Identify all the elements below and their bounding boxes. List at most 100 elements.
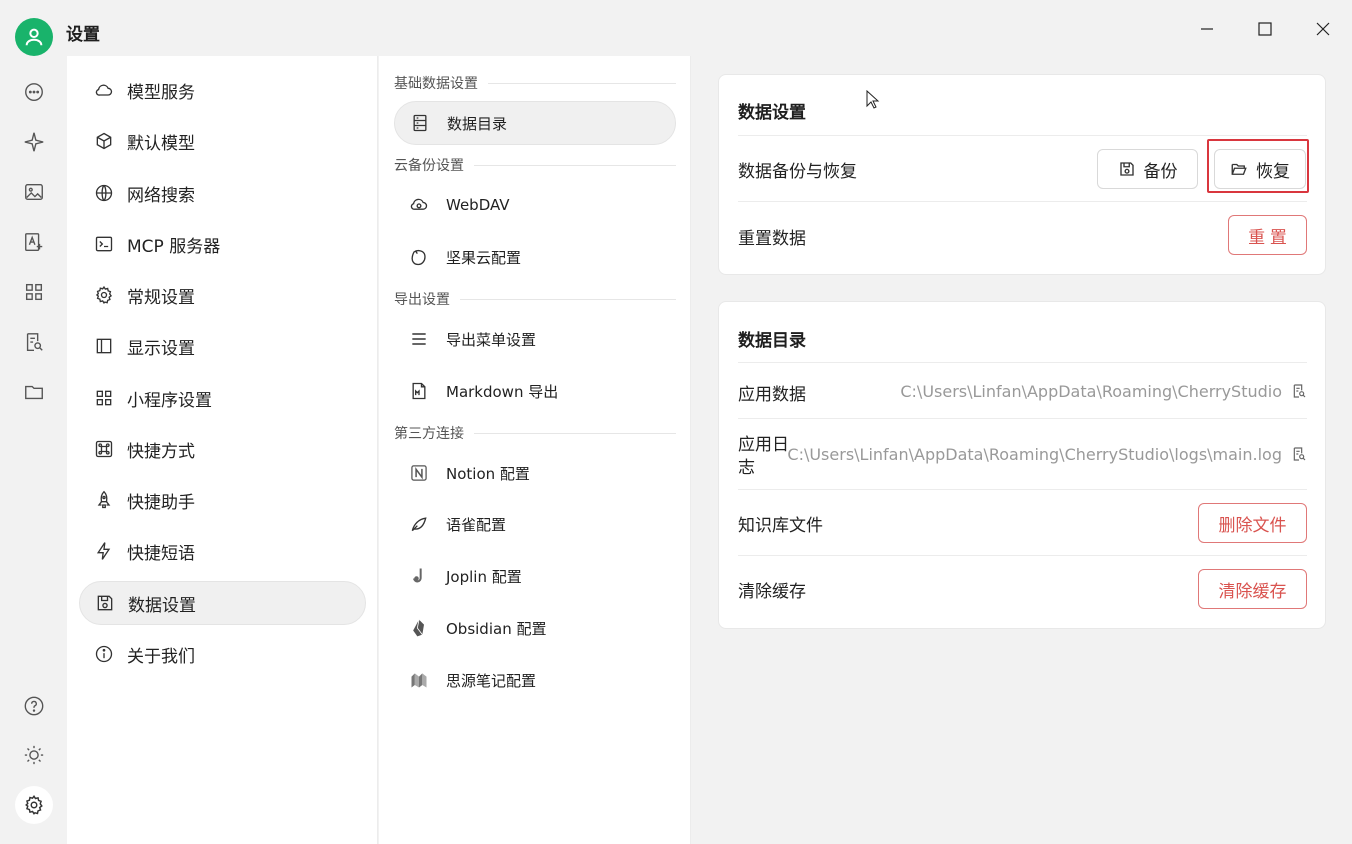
rail-help-button[interactable] bbox=[21, 693, 47, 719]
subnav-item-label: Notion 配置 bbox=[446, 464, 530, 483]
rail-knowledge-button[interactable] bbox=[21, 329, 47, 355]
subnav-item-notion[interactable]: Notion 配置 bbox=[394, 451, 676, 495]
subnav-item-webdav[interactable]: WebDAV bbox=[394, 183, 676, 227]
group-label-cloud: 云备份设置 bbox=[394, 155, 676, 175]
nav-item-about[interactable]: 关于我们 bbox=[79, 632, 366, 676]
avatar[interactable] bbox=[15, 18, 53, 56]
rail-files-button[interactable] bbox=[21, 379, 47, 405]
subnav-item-export-menu[interactable]: 导出菜单设置 bbox=[394, 317, 676, 361]
divider bbox=[738, 362, 1307, 363]
reset-button[interactable]: 重 置 bbox=[1228, 215, 1307, 255]
nav-item-mcp-server[interactable]: MCP 服务器 bbox=[79, 222, 366, 266]
nav-item-label: MCP 服务器 bbox=[127, 236, 221, 257]
document-search-icon bbox=[1293, 447, 1306, 461]
subnav-item-label: Obsidian 配置 bbox=[446, 619, 547, 638]
data-settings-subnav: 基础数据设置 数据目录 云备份设置 WebDAV 坚果云配置 导出设置 导出菜单… bbox=[379, 56, 691, 844]
help-icon bbox=[24, 696, 44, 716]
rail-translate-button[interactable] bbox=[21, 229, 47, 255]
nav-item-display[interactable]: 显示设置 bbox=[79, 324, 366, 368]
maximize-button[interactable] bbox=[1250, 14, 1280, 44]
nav-item-label: 模型服务 bbox=[127, 82, 195, 103]
save-icon bbox=[1119, 162, 1134, 176]
subnav-item-yuque[interactable]: 语雀配置 bbox=[394, 502, 676, 546]
app-data-label: 应用数据 bbox=[738, 385, 806, 405]
image-icon bbox=[25, 183, 43, 201]
gear-icon bbox=[95, 285, 113, 304]
nav-item-quick-phrases[interactable]: 快捷短语 bbox=[79, 529, 366, 573]
markdown-file-icon bbox=[412, 382, 426, 400]
nav-item-mini-apps[interactable]: 小程序设置 bbox=[79, 376, 366, 420]
document-search-icon bbox=[1293, 384, 1306, 398]
chat-bubble-icon bbox=[25, 83, 43, 101]
rocket-icon bbox=[97, 490, 111, 509]
subnav-item-data-directory[interactable]: 数据目录 bbox=[394, 101, 676, 145]
nav-item-label: 小程序设置 bbox=[127, 390, 212, 411]
nav-item-data-settings[interactable]: 数据设置 bbox=[79, 581, 366, 625]
data-settings-card: 数据设置 数据备份与恢复 备份 恢复 重置数据 重 置 bbox=[718, 74, 1326, 275]
data-directory-card: 数据目录 应用数据 C:\Users\Linfan\AppData\Roamin… bbox=[718, 301, 1326, 629]
delete-files-button[interactable]: 删除文件 bbox=[1198, 503, 1307, 543]
app-data-path[interactable]: C:\Users\Linfan\AppData\Roaming\CherrySt… bbox=[900, 382, 1282, 401]
nav-item-shortcuts[interactable]: 快捷方式 bbox=[79, 427, 366, 471]
nav-item-quick-assistant[interactable]: 快捷助手 bbox=[79, 478, 366, 522]
nav-item-web-search[interactable]: 网络搜索 bbox=[79, 171, 366, 215]
rail-paint-button[interactable] bbox=[21, 179, 47, 205]
rail-agents-button[interactable] bbox=[21, 129, 47, 155]
restore-button[interactable]: 恢复 bbox=[1214, 149, 1306, 189]
subnav-item-label: Joplin 配置 bbox=[446, 567, 522, 586]
joplin-icon bbox=[413, 568, 422, 583]
subnav-item-jianguoyun[interactable]: 坚果云配置 bbox=[394, 235, 676, 279]
divider bbox=[738, 135, 1307, 136]
clear-cache-label: 清除缓存 bbox=[738, 582, 806, 602]
subnav-item-label: WebDAV bbox=[446, 196, 510, 214]
document-search-icon bbox=[26, 333, 43, 351]
divider bbox=[738, 201, 1307, 202]
folder-icon bbox=[25, 385, 43, 400]
clear-cache-button[interactable]: 清除缓存 bbox=[1198, 569, 1307, 609]
minimize-button[interactable] bbox=[1192, 14, 1222, 44]
layout-icon bbox=[96, 338, 112, 354]
card-title: 数据设置 bbox=[738, 103, 806, 123]
minimize-icon bbox=[1201, 28, 1213, 30]
folder-open-icon bbox=[1231, 163, 1247, 175]
close-button[interactable] bbox=[1308, 14, 1338, 44]
rail-settings-button[interactable] bbox=[15, 786, 53, 824]
divider bbox=[738, 489, 1307, 490]
rail-apps-button[interactable] bbox=[21, 279, 47, 305]
nav-item-default-model[interactable]: 默认模型 bbox=[79, 119, 366, 163]
subnav-item-siyuan[interactable]: 思源笔记配置 bbox=[394, 658, 676, 702]
nav-item-model-service[interactable]: 模型服务 bbox=[79, 68, 366, 112]
nav-item-label: 关于我们 bbox=[127, 646, 195, 667]
cloud-icon bbox=[95, 84, 113, 96]
open-folder-button[interactable] bbox=[1290, 382, 1308, 400]
notion-icon bbox=[411, 465, 427, 481]
menu-icon bbox=[412, 333, 426, 345]
terminal-icon bbox=[95, 236, 113, 252]
obsidian-icon bbox=[413, 619, 424, 637]
apps-grid-icon bbox=[25, 283, 43, 301]
nut-icon bbox=[411, 249, 426, 266]
group-label-third-party: 第三方连接 bbox=[394, 423, 676, 443]
subnav-item-markdown-export[interactable]: Markdown 导出 bbox=[394, 369, 676, 413]
window-title: 设置 bbox=[66, 25, 100, 45]
subnav-item-label: 坚果云配置 bbox=[446, 248, 522, 267]
subnav-item-obsidian[interactable]: Obsidian 配置 bbox=[394, 606, 676, 650]
app-log-path[interactable]: C:\Users\Linfan\AppData\Roaming\CherrySt… bbox=[787, 445, 1282, 464]
subnav-item-label: 语雀配置 bbox=[446, 515, 507, 534]
app-log-label: 应用日 bbox=[738, 435, 789, 455]
gear-icon bbox=[25, 795, 43, 815]
icon-rail bbox=[0, 56, 67, 844]
subnav-item-label: 思源笔记配置 bbox=[446, 671, 537, 690]
maximize-icon bbox=[1258, 22, 1272, 36]
rail-chat-button[interactable] bbox=[21, 79, 47, 105]
backup-button[interactable]: 备份 bbox=[1097, 149, 1198, 189]
user-icon bbox=[25, 28, 43, 46]
bolt-icon bbox=[96, 542, 111, 560]
backup-restore-label: 数据备份与恢复 bbox=[738, 162, 857, 182]
nav-item-general[interactable]: 常规设置 bbox=[79, 273, 366, 317]
content-pane: 数据设置 数据备份与恢复 备份 恢复 重置数据 重 置 数据目录 应用数据 C:… bbox=[692, 56, 1352, 844]
open-log-button[interactable] bbox=[1290, 445, 1308, 463]
subnav-item-joplin[interactable]: Joplin 配置 bbox=[394, 554, 676, 598]
rail-theme-button[interactable] bbox=[21, 742, 47, 768]
translate-icon bbox=[25, 233, 43, 251]
